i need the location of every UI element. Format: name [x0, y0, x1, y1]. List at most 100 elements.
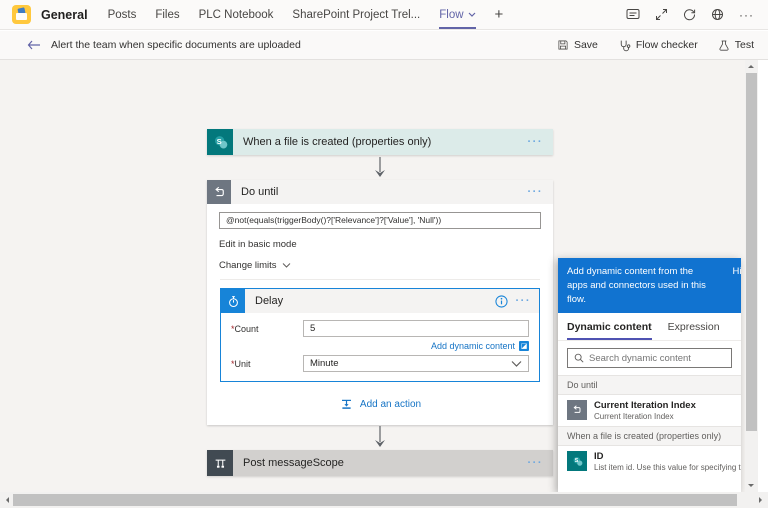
search-icon — [574, 354, 584, 363]
connector-arrow — [375, 426, 385, 447]
save-icon — [558, 40, 568, 50]
channel-icon — [12, 5, 31, 24]
expand-icon[interactable] — [655, 8, 668, 21]
top-right-actions: ··· — [626, 8, 754, 21]
add-an-action-button[interactable]: Add an action — [219, 397, 541, 422]
item-subtitle: Current Iteration Index — [594, 412, 674, 422]
change-limits-label: Change limits — [219, 260, 277, 271]
tab-posts[interactable]: Posts — [108, 0, 137, 29]
search-input[interactable] — [589, 352, 725, 364]
do-until-expression-input[interactable]: @not(equals(triggerBody()?['Relevance']?… — [219, 212, 541, 229]
tab-dynamic-content[interactable]: Dynamic content — [567, 321, 652, 341]
count-input[interactable] — [303, 320, 529, 337]
edit-basic-mode-link[interactable]: Edit in basic mode — [219, 239, 541, 250]
panel-tabs: Dynamic content Expression — [558, 313, 741, 342]
flow-checker-button[interactable]: Flow checker — [618, 39, 698, 52]
section-header-do-until: Do until — [558, 375, 741, 396]
do-until-header[interactable]: Do until ··· — [207, 180, 553, 204]
sharepoint-icon: S — [567, 451, 587, 472]
save-flow-label: Save — [573, 39, 598, 51]
hide-panel-button[interactable]: Hide — [732, 265, 741, 279]
do-until-body: @not(equals(triggerBody()?['Relevance']?… — [207, 204, 553, 422]
section-header-when-file-created: When a file is created (properties only) — [558, 426, 741, 447]
tab-files[interactable]: Files — [155, 0, 179, 29]
chat-popout-icon[interactable] — [626, 8, 640, 21]
dynamic-item-current-iteration-index[interactable]: Current Iteration Index Current Iteratio… — [558, 395, 741, 426]
count-label: *Count — [231, 324, 303, 334]
do-until-menu-icon[interactable]: ··· — [528, 186, 554, 198]
vertical-scrollbar-thumb[interactable] — [746, 73, 757, 431]
refresh-icon[interactable] — [683, 8, 696, 21]
count-label-text: Count — [234, 323, 259, 334]
delay-title: Delay — [255, 295, 284, 307]
scope-menu-icon[interactable]: ··· — [528, 457, 554, 469]
delay-header[interactable]: Delay ··· — [221, 289, 539, 313]
vertical-scrollbar[interactable] — [745, 60, 758, 492]
svg-text:S: S — [574, 458, 578, 464]
horizontal-scrollbar-thumb[interactable] — [13, 494, 737, 506]
panel-header-text: Add dynamic content from the apps and co… — [567, 266, 706, 305]
unit-label: *Unit — [231, 359, 303, 369]
item-title: Current Iteration Index — [594, 400, 696, 412]
flow-name-title: Alert the team when specific documents a… — [51, 39, 301, 51]
chevron-down-icon — [282, 263, 290, 268]
unit-label-text: Unit — [234, 358, 251, 369]
panel-header: Add dynamic content from the apps and co… — [558, 258, 741, 314]
test-beaker-icon — [719, 40, 729, 51]
divider — [220, 279, 540, 280]
tab-sharepoint-project[interactable]: SharePoint Project Trel... — [292, 0, 420, 29]
post-message-scope-card[interactable]: Post messageScope ··· — [207, 450, 553, 476]
scope-icon — [207, 450, 233, 476]
tab-expression[interactable]: Expression — [668, 321, 720, 340]
tab-flow[interactable]: Flow — [439, 0, 476, 29]
save-flow-button[interactable]: Save — [557, 39, 598, 51]
test-label: Test — [734, 39, 754, 51]
do-until-loop-icon — [207, 180, 231, 204]
add-dynamic-content-link[interactable]: Add dynamic content — [431, 341, 515, 351]
chevron-down-icon — [468, 12, 475, 17]
delay-body: *Count Add dynamic content ◪ *Unit Minut… — [221, 313, 539, 381]
tab-flow-label: Flow — [439, 8, 464, 21]
delay-menu-icon[interactable]: ··· — [516, 295, 532, 307]
test-button[interactable]: Test — [718, 39, 754, 52]
add-tab-button[interactable]: + — [495, 0, 504, 29]
horizontal-scrollbar[interactable] — [0, 492, 768, 508]
item-subtitle: List item id. Use this value for specify… — [594, 463, 741, 473]
connector-arrow — [375, 157, 385, 177]
globe-icon[interactable] — [711, 8, 724, 21]
trigger-title: When a file is created (properties only) — [243, 136, 432, 148]
teams-flow-editor: General Posts Files PLC Notebook SharePo… — [0, 0, 768, 508]
unit-dropdown[interactable]: Minute — [303, 355, 529, 372]
tab-plc-notebook[interactable]: PLC Notebook — [199, 0, 274, 29]
teams-top-bar: General Posts Files PLC Notebook SharePo… — [0, 0, 768, 30]
dynamic-item-id[interactable]: S ID List item id. Use this value for sp… — [558, 446, 741, 477]
dynamic-content-icon: ◪ — [519, 341, 529, 351]
trigger-menu-icon[interactable]: ··· — [528, 136, 554, 148]
flow-checker-icon — [620, 40, 631, 51]
channel-tabs: Posts Files PLC Notebook SharePoint Proj… — [108, 0, 504, 29]
delay-card: Delay ··· *Count Add dynamic content — [220, 288, 540, 382]
delay-clock-icon — [221, 289, 245, 313]
chevron-down-icon — [511, 360, 522, 367]
add-action-icon — [341, 399, 351, 409]
scroll-up-arrow[interactable] — [748, 62, 754, 68]
change-limits-link[interactable]: Change limits — [219, 260, 541, 271]
channel-name: General — [41, 7, 88, 22]
more-options-icon[interactable]: ··· — [739, 9, 754, 21]
svg-text:S: S — [216, 136, 221, 145]
trigger-card-when-file-created[interactable]: S When a file is created (properties onl… — [207, 129, 553, 155]
scope-title: Post messageScope — [243, 457, 344, 469]
item-title: ID — [594, 451, 604, 463]
scroll-down-arrow[interactable] — [748, 484, 754, 490]
back-button[interactable] — [27, 40, 41, 50]
scroll-left-arrow[interactable] — [3, 497, 9, 503]
scroll-right-arrow[interactable] — [759, 497, 765, 503]
info-icon[interactable] — [494, 294, 508, 308]
sharepoint-icon: S — [207, 129, 233, 155]
flow-checker-label: Flow checker — [635, 39, 698, 51]
flow-toolbar: Alert the team when specific documents a… — [0, 31, 768, 60]
loop-icon — [567, 400, 587, 421]
add-an-action-label: Add an action — [359, 399, 422, 410]
dynamic-content-search[interactable] — [567, 348, 732, 369]
unit-value: Minute — [310, 358, 339, 369]
